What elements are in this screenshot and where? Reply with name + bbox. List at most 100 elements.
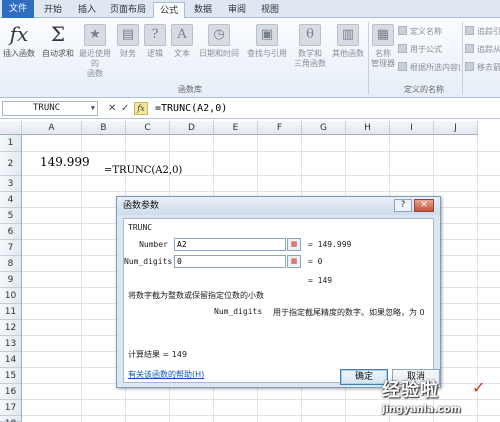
- chevron-down-icon[interactable]: ▼: [91, 102, 95, 115]
- row-header[interactable]: 16: [0, 384, 22, 400]
- financial-button[interactable]: ▤ 财务: [116, 24, 140, 59]
- row-header[interactable]: 3: [0, 176, 22, 192]
- column-header[interactable]: J: [434, 121, 478, 135]
- math-label-1: 数学和: [298, 49, 322, 58]
- row-header[interactable]: 15: [0, 368, 22, 384]
- fx-icon: fx: [9, 22, 29, 46]
- row-gridline: [22, 151, 500, 152]
- trace-dependents-button[interactable]: 追踪从: [465, 44, 500, 56]
- row-header[interactable]: 11: [0, 304, 22, 320]
- tab-data[interactable]: 数据: [188, 2, 218, 18]
- row-header[interactable]: 7: [0, 240, 22, 256]
- lookup-button[interactable]: ▣ 查找与引用: [244, 24, 290, 59]
- column-header[interactable]: C: [126, 121, 170, 135]
- tab-insert[interactable]: 插入: [72, 2, 102, 18]
- name-manager-label-1: 名称: [375, 49, 391, 58]
- function-name: TRUNC: [128, 223, 153, 232]
- define-name-button[interactable]: 定义名称: [398, 26, 442, 38]
- row-header[interactable]: 2: [0, 152, 22, 176]
- formula-input[interactable]: =TRUNC(A2,0): [155, 101, 227, 116]
- trace-precedents-button[interactable]: 追踪引: [465, 26, 500, 38]
- row-header[interactable]: 1: [0, 135, 22, 152]
- tab-home[interactable]: 开始: [38, 2, 68, 18]
- tab-review[interactable]: 审阅: [222, 2, 252, 18]
- recent-functions-button[interactable]: ★ 最近使用的 函数: [78, 24, 112, 79]
- name-box[interactable]: TRUNC ▼: [2, 101, 98, 116]
- math-trig-button[interactable]: θ 数学和 三角函数: [291, 24, 329, 69]
- column-header[interactable]: B: [82, 121, 126, 135]
- column-header[interactable]: H: [346, 121, 390, 135]
- autosum-button[interactable]: Σ 自动求和: [40, 24, 76, 59]
- cell-a2[interactable]: 149.999: [40, 155, 90, 169]
- row-header[interactable]: 5: [0, 208, 22, 224]
- range-picker-icon[interactable]: ▦: [287, 255, 301, 268]
- name-manager-button[interactable]: ▦ 名称 管理器: [370, 24, 396, 69]
- range-picker-icon[interactable]: ▦: [287, 238, 301, 251]
- watermark-url: jingyanla.com: [382, 404, 461, 415]
- row-header[interactable]: 14: [0, 352, 22, 368]
- arrow-icon: [465, 44, 474, 53]
- datetime-button[interactable]: ◷ 日期和时间: [196, 24, 242, 59]
- arrow-icon: [465, 26, 474, 35]
- text-label: 文本: [174, 49, 190, 58]
- tab-page-layout[interactable]: 页面布局: [106, 2, 150, 18]
- row-header[interactable]: 4: [0, 192, 22, 208]
- create-from-selection-button[interactable]: 根据所选内容创建: [398, 62, 460, 74]
- num-digits-arg-result: = 0: [308, 257, 323, 266]
- row-header[interactable]: 8: [0, 256, 22, 272]
- grid-icon: [398, 62, 407, 71]
- cell-b2[interactable]: =TRUNC(A2,0): [104, 165, 182, 176]
- watermark-text: 经验啦: [382, 380, 439, 401]
- lookup-label: 查找与引用: [247, 49, 287, 58]
- remove-arrows-button[interactable]: 移去箭: [465, 62, 500, 74]
- row-header[interactable]: 18: [0, 416, 22, 422]
- number-arg-input[interactable]: A2: [174, 238, 286, 251]
- function-help-link[interactable]: 有关该函数的帮助(H): [128, 369, 204, 380]
- number-arg-result: = 149.999: [308, 240, 352, 249]
- dialog-title: 函数参数: [123, 201, 160, 211]
- row-gridline: [22, 191, 500, 192]
- more-functions-button[interactable]: ▥ 其他函数: [331, 24, 365, 59]
- column-header[interactable]: D: [170, 121, 214, 135]
- more-book-icon: ▥: [337, 24, 359, 46]
- column-header[interactable]: E: [214, 121, 258, 135]
- column-header[interactable]: G: [302, 121, 346, 135]
- row-header[interactable]: 9: [0, 272, 22, 288]
- tab-file[interactable]: 文件: [2, 0, 34, 18]
- argument-row-num-digits: Num_digits 0 ▦ = 0: [124, 255, 429, 268]
- name-box-value: TRUNC: [33, 103, 61, 113]
- row-header[interactable]: 13: [0, 336, 22, 352]
- select-all-corner[interactable]: [0, 121, 22, 135]
- row-header[interactable]: 6: [0, 224, 22, 240]
- row-header[interactable]: 12: [0, 320, 22, 336]
- cancel-entry-button[interactable]: ✕: [108, 101, 116, 116]
- insert-function-label: 插入函数: [3, 49, 35, 58]
- logical-button[interactable]: ? 逻辑: [143, 24, 167, 59]
- defined-names-group-label: 定义的名称: [404, 85, 444, 94]
- column-header[interactable]: F: [258, 121, 302, 135]
- column-header[interactable]: I: [390, 121, 434, 135]
- insert-function-button[interactable]: fx 插入函数: [2, 24, 36, 59]
- star-book-icon: ★: [84, 24, 106, 46]
- recent-label-1: 最近使用的: [79, 49, 111, 68]
- confirm-entry-button[interactable]: ✓: [121, 101, 129, 116]
- help-button[interactable]: ?: [394, 199, 412, 212]
- row-header[interactable]: 17: [0, 400, 22, 416]
- tab-formulas[interactable]: 公式: [153, 2, 185, 19]
- define-name-label: 定义名称: [410, 27, 442, 36]
- num-digits-arg-input[interactable]: 0: [174, 255, 286, 268]
- use-in-formula-label: 用于公式: [410, 45, 442, 54]
- column-header[interactable]: A: [22, 121, 82, 135]
- eraser-icon: [465, 62, 474, 71]
- row-header[interactable]: 10: [0, 288, 22, 304]
- dialog-title-bar[interactable]: 函数参数: [117, 197, 440, 215]
- text-button[interactable]: A 文本: [170, 24, 194, 59]
- book-icon: ▤: [117, 24, 139, 46]
- tab-view[interactable]: 视图: [255, 2, 285, 18]
- lookup-book-icon: ▣: [256, 24, 278, 46]
- use-in-formula-button[interactable]: 用于公式: [398, 44, 442, 56]
- insert-function-fx-button[interactable]: fx: [134, 102, 148, 115]
- close-button[interactable]: ✕: [414, 199, 434, 212]
- trace-dependents-label: 追踪从: [477, 45, 500, 54]
- more-label: 其他函数: [332, 49, 364, 58]
